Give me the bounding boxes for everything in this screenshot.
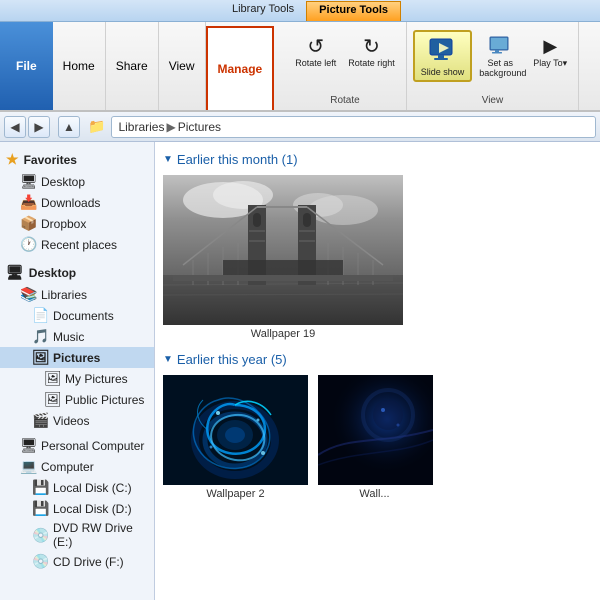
sidebar-item-pictures[interactable]: 🖼 Pictures (0, 347, 154, 368)
file-button[interactable]: File (0, 22, 53, 110)
sidebar-item-public-pictures[interactable]: 🖼 Public Pictures (0, 389, 154, 410)
tab-view[interactable]: View (159, 22, 206, 110)
thumb-grid-this-year: Wallpaper 2 (163, 375, 592, 500)
sidebar-item-cd-drive[interactable]: 💿 CD Drive (F:) (0, 551, 154, 572)
ribbon-section-view: Slide show Set as background ▶ Play To▾ (407, 22, 579, 110)
rotate-left-button[interactable]: ↺ Rotate left (290, 30, 341, 72)
section-label-this-month: Earlier this month (1) (177, 152, 298, 167)
up-button[interactable]: ▲ (58, 116, 80, 138)
dvd-rw-icon: 💿 (32, 527, 48, 544)
wallpaper19-label: Wallpaper 19 (251, 328, 315, 340)
ribbon: File Home Share View Manage ↺ Rotate lef… (0, 22, 600, 112)
tab-home[interactable]: Home (53, 22, 106, 110)
content-area: ▼ Earlier this month (1) (155, 142, 600, 600)
thumb-item-wallpaper2[interactable]: Wallpaper 2 (163, 375, 308, 500)
sidebar-item-desktop[interactable]: 🖥 Desktop (0, 171, 154, 192)
desktop-header-icon: 🖥 (6, 264, 24, 281)
rotate-right-icon: ↻ (360, 34, 384, 58)
main-area: ★ Favorites 🖥 Desktop 📥 Downloads 📦 Drop… (0, 142, 600, 600)
nav-path-pictures: Pictures (178, 120, 221, 134)
wallpaper2-image (163, 375, 308, 485)
my-pictures-icon: 🖼 (44, 370, 60, 387)
favorites-star-icon: ★ (6, 151, 19, 168)
videos-icon: 🎬 (32, 412, 48, 429)
tab-library-tools[interactable]: Library Tools (220, 1, 306, 21)
nav-path-libraries: Libraries (118, 120, 164, 134)
rotate-left-icon: ↺ (304, 34, 328, 58)
local-disk-d-icon: 💾 (32, 500, 48, 517)
play-to-button[interactable]: ▶ Play To▾ (528, 30, 572, 73)
sidebar-item-dvd-rw[interactable]: 💿 DVD RW Drive (E:) (0, 519, 154, 551)
ribbon-section-rotate: ↺ Rotate left ↻ Rotate right Rotate (284, 22, 407, 110)
section-arrow-this-month: ▼ (163, 154, 173, 165)
section-header-this-year[interactable]: ▼ Earlier this year (5) (163, 352, 592, 367)
rotate-section-label: Rotate (330, 95, 359, 106)
nav-path[interactable]: Libraries ▶ Pictures (111, 116, 596, 138)
wall-partial-label: Wall... (359, 488, 389, 500)
tab-share[interactable]: Share (106, 22, 159, 110)
sidebar-item-computer[interactable]: 💻 Computer (0, 456, 154, 477)
section-header-this-month[interactable]: ▼ Earlier this month (1) (163, 152, 592, 167)
documents-icon: 📄 (32, 307, 48, 324)
tab-picture-tools[interactable]: Picture Tools (306, 1, 401, 21)
sidebar-item-my-pictures[interactable]: 🖼 My Pictures (0, 368, 154, 389)
sidebar-item-downloads[interactable]: 📥 Downloads (0, 192, 154, 213)
sidebar-item-libraries[interactable]: 📚 Libraries (0, 284, 154, 305)
slideshow-button[interactable]: Slide show (413, 30, 473, 82)
sidebar-item-videos[interactable]: 🎬 Videos (0, 410, 154, 431)
local-disk-c-icon: 💾 (32, 479, 48, 496)
sidebar: ★ Favorites 🖥 Desktop 📥 Downloads 📦 Drop… (0, 142, 155, 600)
tab-manage[interactable]: Manage (206, 26, 275, 110)
location-icon: 📁 (88, 118, 105, 135)
set-background-icon (488, 34, 512, 58)
thumb-item-wallpaper19[interactable]: Wallpaper 19 (163, 175, 403, 340)
section-arrow-this-year: ▼ (163, 354, 173, 365)
nav-bar: ◀ ▶ ▲ 📁 Libraries ▶ Pictures (0, 112, 600, 142)
personal-computer-icon: 🖥 (20, 437, 36, 454)
wallpaper2-label: Wallpaper 2 (206, 488, 264, 500)
set-background-button[interactable]: Set as background (474, 30, 526, 82)
ribbon-tabs-bar: Library Tools Picture Tools (0, 0, 600, 22)
view-section-label: View (482, 95, 504, 106)
pictures-icon: 🖼 (32, 349, 48, 366)
public-pictures-icon: 🖼 (44, 391, 60, 408)
libraries-icon: 📚 (20, 286, 36, 303)
sidebar-item-personal-computer[interactable]: 🖥 Personal Computer (0, 435, 154, 456)
thumb-grid-this-month: Wallpaper 19 (163, 175, 592, 340)
sidebar-favorites-header: ★ Favorites (0, 148, 154, 171)
recent-places-icon: 🕐 (20, 236, 36, 253)
sidebar-item-documents[interactable]: 📄 Documents (0, 305, 154, 326)
rotate-right-button[interactable]: ↻ Rotate right (343, 30, 400, 72)
wallpaper19-image (163, 175, 403, 325)
music-icon: 🎵 (32, 328, 48, 345)
sidebar-item-local-disk-d[interactable]: 💾 Local Disk (D:) (0, 498, 154, 519)
slideshow-icon (427, 35, 459, 67)
wall-partial-image (318, 375, 433, 485)
sidebar-item-music[interactable]: 🎵 Music (0, 326, 154, 347)
sidebar-desktop-header: 🖥 Desktop (0, 261, 154, 284)
forward-button[interactable]: ▶ (28, 116, 50, 138)
sidebar-item-recent-places[interactable]: 🕐 Recent places (0, 234, 154, 255)
back-button[interactable]: ◀ (4, 116, 26, 138)
cd-drive-icon: 💿 (32, 553, 48, 570)
downloads-icon: 📥 (20, 194, 36, 211)
computer-icon: 💻 (20, 458, 36, 475)
dropbox-icon: 📦 (20, 215, 36, 232)
desktop-icon: 🖥 (20, 173, 36, 190)
section-label-this-year: Earlier this year (5) (177, 352, 287, 367)
play-to-icon: ▶ (538, 34, 562, 58)
sidebar-item-local-disk-c[interactable]: 💾 Local Disk (C:) (0, 477, 154, 498)
sidebar-item-dropbox[interactable]: 📦 Dropbox (0, 213, 154, 234)
nav-path-sep1: ▶ (166, 120, 175, 134)
thumb-item-wall-partial[interactable]: Wall... (316, 375, 433, 500)
